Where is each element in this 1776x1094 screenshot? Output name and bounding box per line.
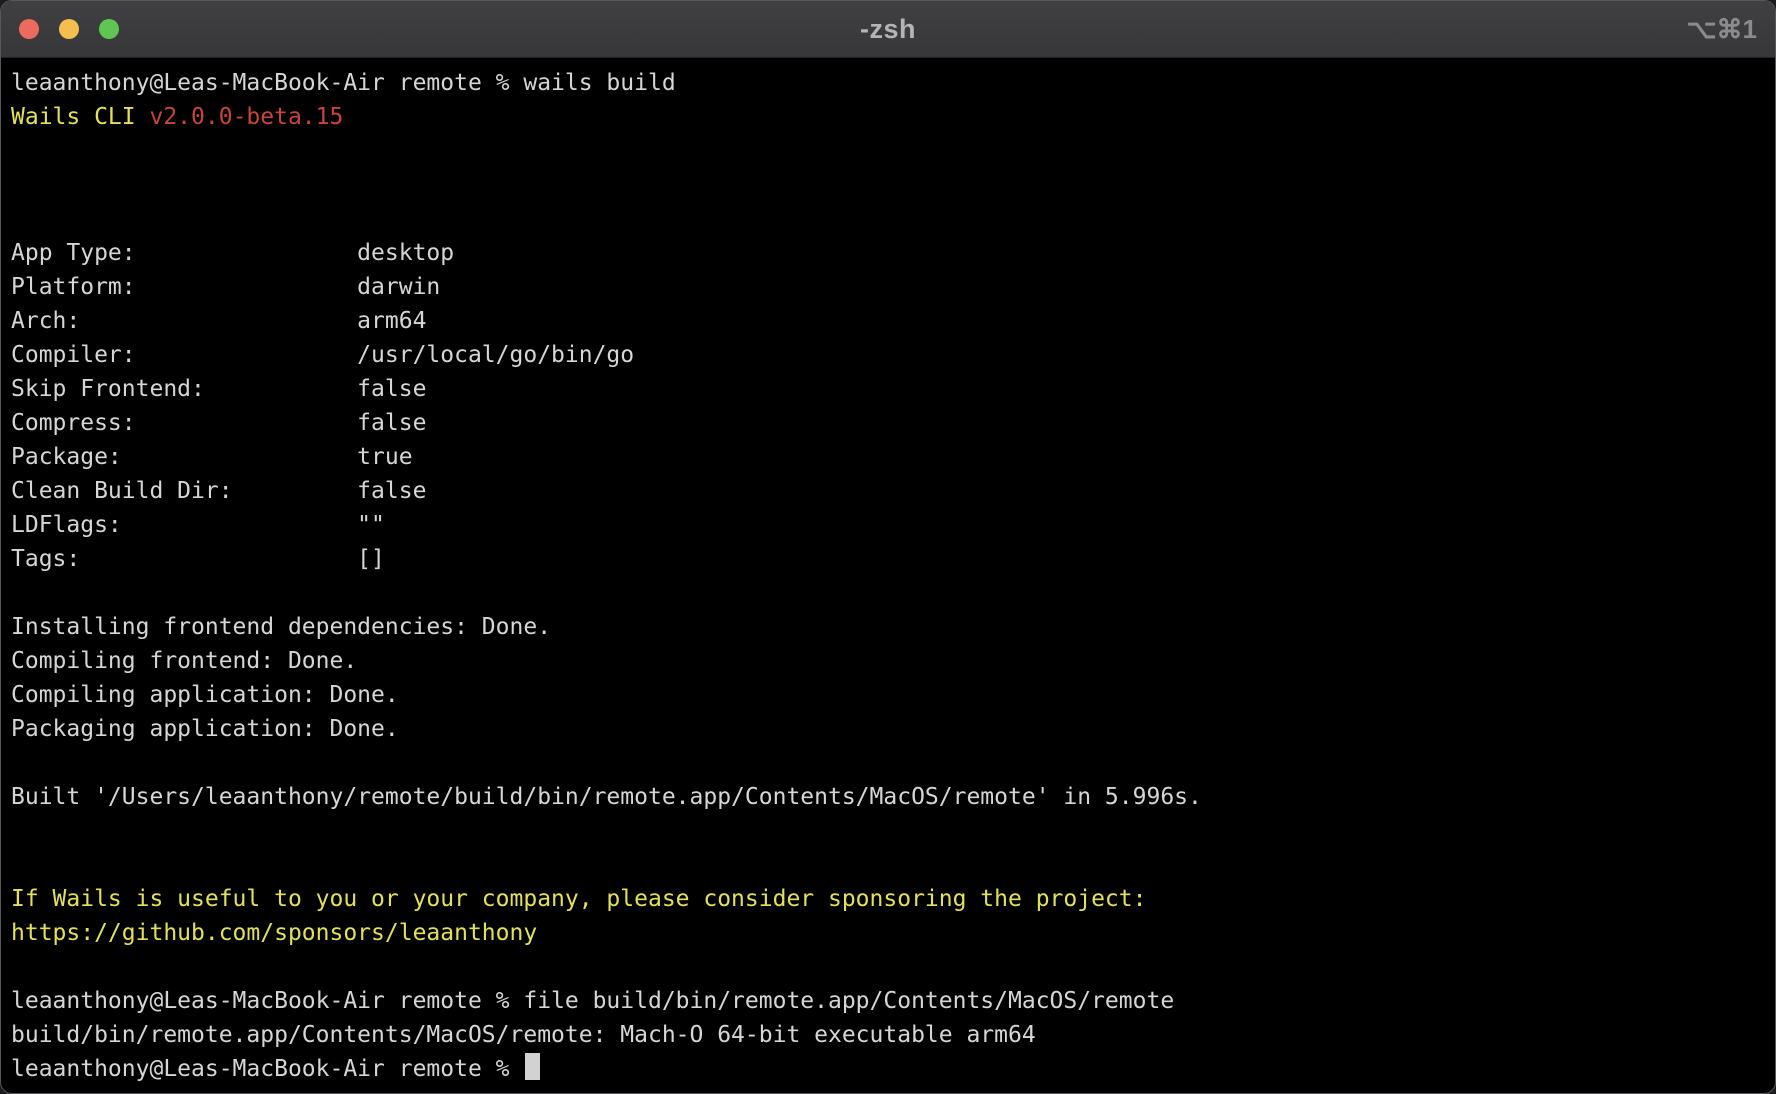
- minimize-button[interactable]: [59, 19, 79, 39]
- terminal-line: Compress: false: [11, 406, 1765, 440]
- terminal-text: leaanthony@Leas-MacBook-Air remote %: [11, 1056, 523, 1082]
- terminal-line: [11, 576, 1765, 610]
- terminal-line: Compiling frontend: Done.: [11, 644, 1765, 678]
- terminal-text: Compiling application: Done.: [11, 682, 399, 708]
- terminal-line: [11, 848, 1765, 882]
- terminal-line: Package: true: [11, 440, 1765, 474]
- terminal-output[interactable]: leaanthony@Leas-MacBook-Air remote % wai…: [1, 58, 1775, 1093]
- terminal-line: Compiler: /usr/local/go/bin/go: [11, 338, 1765, 372]
- terminal-text: Package: true: [11, 444, 413, 470]
- terminal-line: Compiling application: Done.: [11, 678, 1765, 712]
- terminal-line: [11, 746, 1765, 780]
- terminal-line: Installing frontend dependencies: Done.: [11, 610, 1765, 644]
- terminal-text: leaanthony@Leas-MacBook-Air remote % fil…: [11, 988, 1174, 1014]
- terminal-line: Wails CLI v2.0.0-beta.15: [11, 100, 1765, 134]
- terminal-window: -zsh ⌥⌘1 leaanthony@Leas-MacBook-Air rem…: [0, 0, 1776, 1094]
- terminal-line: App Type: desktop: [11, 236, 1765, 270]
- window-title: -zsh: [860, 14, 916, 45]
- terminal-text: Packaging application: Done.: [11, 716, 399, 742]
- terminal-text: v2.0.0-beta.15: [149, 104, 343, 130]
- terminal-line: leaanthony@Leas-MacBook-Air remote % wai…: [11, 66, 1765, 100]
- terminal-text: Compress: false: [11, 410, 426, 436]
- terminal-line: Platform: darwin: [11, 270, 1765, 304]
- terminal-line: leaanthony@Leas-MacBook-Air remote % fil…: [11, 984, 1765, 1018]
- terminal-text: Platform: darwin: [11, 274, 440, 300]
- terminal-text: LDFlags: "": [11, 512, 385, 538]
- terminal-line: Built '/Users/leaanthony/remote/build/bi…: [11, 780, 1765, 814]
- terminal-line: Skip Frontend: false: [11, 372, 1765, 406]
- terminal-line: If Wails is useful to you or your compan…: [11, 882, 1765, 916]
- terminal-text: build/bin/remote.app/Contents/MacOS/remo…: [11, 1022, 1036, 1048]
- terminal-text: Clean Build Dir: false: [11, 478, 426, 504]
- terminal-text: Skip Frontend: false: [11, 376, 426, 402]
- terminal-text: Compiling frontend: Done.: [11, 648, 357, 674]
- terminal-line: [11, 814, 1765, 848]
- close-button[interactable]: [19, 19, 39, 39]
- terminal-text: Tags: []: [11, 546, 385, 572]
- terminal-text: If Wails is useful to you or your compan…: [11, 886, 1146, 912]
- terminal-line: Tags: []: [11, 542, 1765, 576]
- terminal-line: Arch: arm64: [11, 304, 1765, 338]
- terminal-text: leaanthony@Leas-MacBook-Air remote % wai…: [11, 70, 676, 96]
- terminal-line: [11, 134, 1765, 168]
- sponsor-url-link[interactable]: https://github.com/sponsors/leaanthony: [11, 920, 537, 946]
- terminal-line: Clean Build Dir: false: [11, 474, 1765, 508]
- terminal-line: leaanthony@Leas-MacBook-Air remote %: [11, 1052, 1765, 1086]
- terminal-text: Compiler: /usr/local/go/bin/go: [11, 342, 634, 368]
- terminal-line: LDFlags: "": [11, 508, 1765, 542]
- terminal-line: build/bin/remote.app/Contents/MacOS/remo…: [11, 1018, 1765, 1052]
- zoom-button[interactable]: [99, 19, 119, 39]
- terminal-line: https://github.com/sponsors/leaanthony: [11, 916, 1765, 950]
- terminal-cursor: [525, 1053, 540, 1080]
- terminal-line: [11, 202, 1765, 236]
- terminal-text: App Type: desktop: [11, 240, 454, 266]
- terminal-line: [11, 950, 1765, 984]
- window-shortcut-badge: ⌥⌘1: [1687, 1, 1757, 57]
- traffic-lights: [19, 1, 119, 57]
- terminal-text: Wails CLI: [11, 104, 149, 130]
- terminal-text: Arch: arm64: [11, 308, 426, 334]
- terminal-text: Installing frontend dependencies: Done.: [11, 614, 551, 640]
- titlebar[interactable]: -zsh ⌥⌘1: [1, 1, 1775, 58]
- terminal-line: Packaging application: Done.: [11, 712, 1765, 746]
- terminal-line: [11, 168, 1765, 202]
- terminal-text: Built '/Users/leaanthony/remote/build/bi…: [11, 784, 1202, 810]
